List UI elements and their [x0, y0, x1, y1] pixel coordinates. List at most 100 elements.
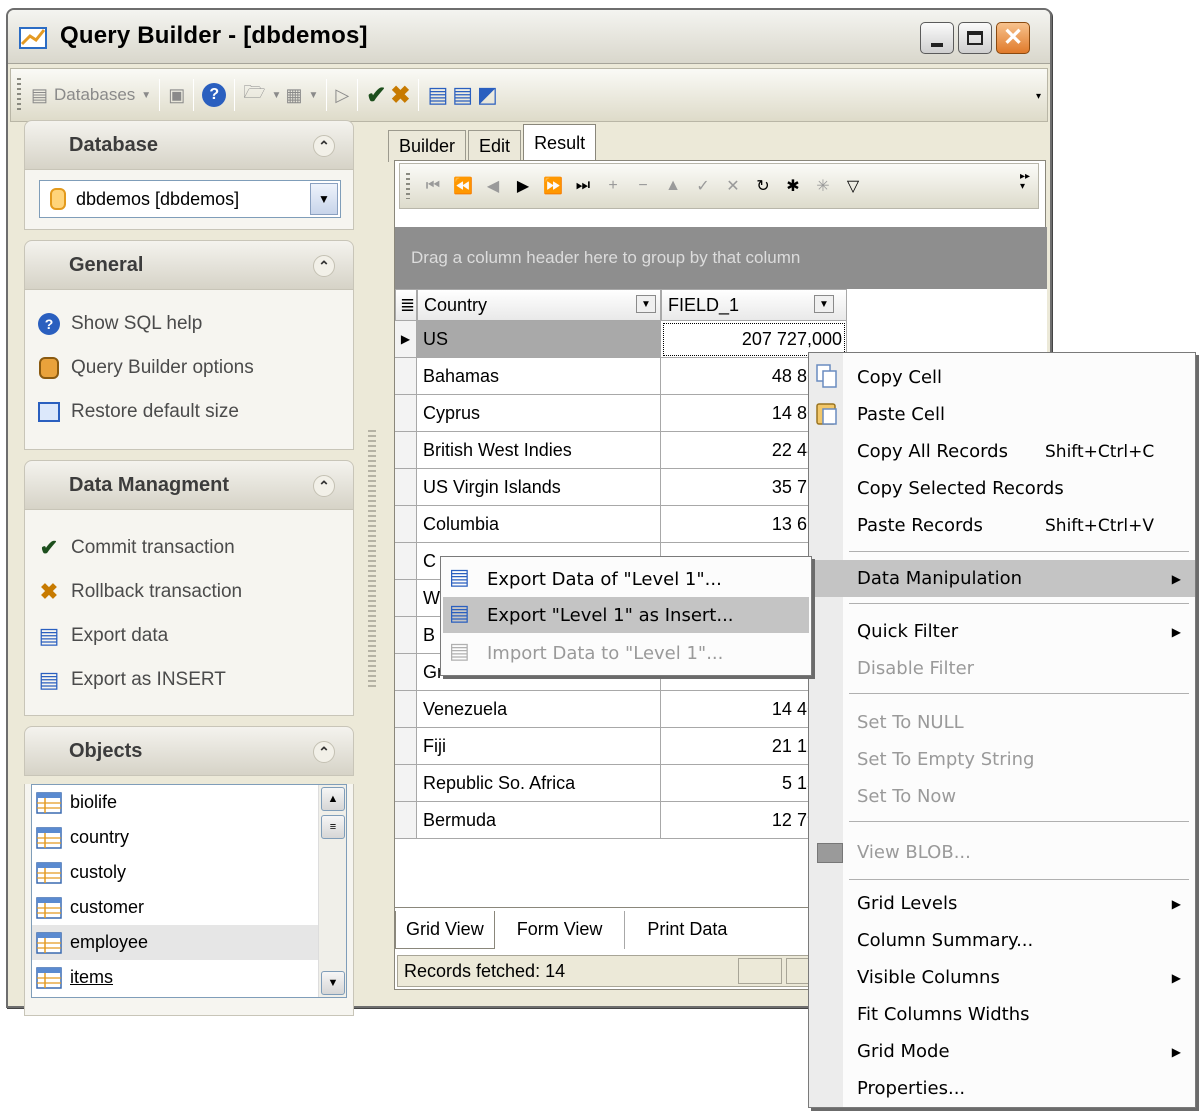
- menu-item-data-manipulation[interactable]: Data Manipulation ▶: [809, 560, 1195, 597]
- table-row[interactable]: Venezuela 14 460,0: [395, 691, 847, 728]
- table-row[interactable]: ▶ US 207 727,000: [395, 321, 847, 358]
- menu-item-set-to-now[interactable]: Set To Now: [809, 778, 1195, 815]
- save-button[interactable]: ▦ ▼: [285, 77, 318, 113]
- chevron-down-icon[interactable]: ▼: [321, 971, 345, 995]
- menu-item-paste-records[interactable]: Paste Records Shift+Ctrl+V: [809, 507, 1195, 544]
- filter-button[interactable]: ▽: [838, 170, 868, 202]
- menu-item-fit-columns-widths[interactable]: Fit Columns Widths: [809, 996, 1195, 1033]
- table-row[interactable]: Cyprus 14 861,0: [395, 395, 847, 432]
- menu-item-disable-filter[interactable]: Disable Filter: [809, 650, 1195, 687]
- delete-record-button[interactable]: −: [628, 170, 658, 202]
- tab-builder[interactable]: Builder: [388, 130, 467, 162]
- commit-button[interactable]: ✔: [366, 77, 386, 113]
- general-panel-header[interactable]: General ⌃: [24, 240, 354, 290]
- table-cell[interactable]: US: [417, 321, 661, 358]
- submenu-item-export-level-insert[interactable]: ▤ Export "Level 1" as Insert...: [443, 597, 809, 633]
- table-row[interactable]: Bahamas 48 865,0: [395, 358, 847, 395]
- export-data-item[interactable]: ▤ Export data: [25, 614, 353, 658]
- tab-print-data[interactable]: Print Data: [625, 911, 749, 949]
- scroll-thumb[interactable]: ≡: [321, 815, 345, 839]
- group-by-panel[interactable]: Drag a column header here to group by th…: [395, 227, 1047, 289]
- objects-panel-header[interactable]: Objects ⌃: [24, 726, 354, 776]
- table-row[interactable]: Columbia 13 617,0: [395, 506, 847, 543]
- menu-item-column-summary[interactable]: Column Summary...: [809, 922, 1195, 959]
- menu-item-set-to-empty-string[interactable]: Set To Empty String: [809, 741, 1195, 778]
- column-header-field1[interactable]: FIELD_1 ▼: [661, 289, 847, 321]
- menu-item-copy-cell[interactable]: Copy Cell: [809, 359, 1195, 396]
- table-row[interactable]: US Virgin Islands 35 718,0: [395, 469, 847, 506]
- open-button[interactable]: 🗁 ▼: [243, 77, 281, 113]
- restore-default-size-item[interactable]: Restore default size: [25, 390, 353, 434]
- list-item[interactable]: items: [32, 960, 346, 995]
- chevron-down-icon[interactable]: ▼: [636, 295, 656, 313]
- table-cell[interactable]: British West Indies: [417, 432, 661, 469]
- export-as-insert-item[interactable]: ▤ Export as INSERT: [25, 658, 353, 702]
- table-cell[interactable]: Republic So. Africa: [417, 765, 661, 802]
- chevron-down-icon[interactable]: ▼: [814, 295, 834, 313]
- menu-item-quick-filter[interactable]: Quick Filter ▶: [809, 613, 1195, 650]
- table-cell[interactable]: Fiji: [417, 728, 661, 765]
- help-button[interactable]: ?: [202, 77, 227, 113]
- tab-form-view[interactable]: Form View: [495, 910, 626, 949]
- tab-grid-view[interactable]: Grid View: [395, 910, 495, 949]
- show-sql-help-item[interactable]: ? Show SQL help: [25, 302, 353, 346]
- first-page-button[interactable]: ⏮: [418, 170, 448, 202]
- title-bar[interactable]: Query Builder - [dbdemos] ✕: [8, 10, 1050, 64]
- refresh-button[interactable]: ↻: [748, 170, 778, 202]
- table-cell[interactable]: Bahamas: [417, 358, 661, 395]
- post-edit-button[interactable]: ✓: [688, 170, 718, 202]
- objects-scrollbar[interactable]: ▲ ≡ ▼: [318, 785, 346, 997]
- table-row[interactable]: British West Indies 22 487,0: [395, 432, 847, 469]
- chevron-down-icon[interactable]: ▼: [310, 183, 338, 215]
- chevron-up-icon[interactable]: ▲: [321, 787, 345, 811]
- commit-transaction-item[interactable]: ✔ Commit transaction: [25, 526, 353, 570]
- table-row[interactable]: Bermuda 12 797,0: [395, 802, 847, 839]
- query-builder-options-item[interactable]: Query Builder options: [25, 346, 353, 390]
- menu-item-visible-columns[interactable]: Visible Columns ▶: [809, 959, 1195, 996]
- export-insert-button[interactable]: ▤: [452, 77, 473, 113]
- submenu-item-import-data-level[interactable]: ▤ Import Data to "Level 1"...: [443, 635, 809, 671]
- table-cell[interactable]: Cyprus: [417, 395, 661, 432]
- menu-item-properties[interactable]: Properties...: [809, 1070, 1195, 1107]
- edit-record-button[interactable]: ▲: [658, 170, 688, 202]
- table-cell[interactable]: Bermuda: [417, 802, 661, 839]
- toolbar-overflow-icon[interactable]: ▾: [1036, 91, 1041, 102]
- collapse-icon[interactable]: ⌃: [313, 255, 335, 277]
- submenu-item-export-data-level[interactable]: ▤ Export Data of "Level 1"...: [443, 561, 809, 597]
- next-record-button[interactable]: ▶: [508, 170, 538, 202]
- cancel-edit-button[interactable]: ✕: [718, 170, 748, 202]
- prev-record-button[interactable]: ◀: [478, 170, 508, 202]
- menu-item-view-blob[interactable]: View BLOB...: [809, 834, 1195, 871]
- insert-record-button[interactable]: +: [598, 170, 628, 202]
- table-cell[interactable]: US Virgin Islands: [417, 469, 661, 506]
- data-management-panel-header[interactable]: Data Managment ⌃: [24, 460, 354, 510]
- list-item[interactable]: country: [32, 820, 346, 855]
- close-button[interactable]: ✕: [996, 22, 1030, 54]
- prev-page-button[interactable]: ⏪: [448, 170, 478, 202]
- databases-dropdown[interactable]: ▤ Databases ▼: [31, 77, 151, 113]
- navbar-overflow-icon[interactable]: ▸▸ ▾: [1020, 172, 1030, 192]
- export-data-button[interactable]: ▤: [427, 77, 448, 113]
- collapse-icon[interactable]: ⌃: [313, 741, 335, 763]
- table-cell[interactable]: Columbia: [417, 506, 661, 543]
- tab-result[interactable]: Result: [523, 124, 597, 162]
- next-page-button[interactable]: ⏩: [538, 170, 568, 202]
- maximize-button[interactable]: [958, 22, 992, 54]
- panel-splitter[interactable]: [368, 430, 376, 690]
- list-item-selected[interactable]: employee: [32, 925, 346, 960]
- table-cell[interactable]: Venezuela: [417, 691, 661, 728]
- last-page-button[interactable]: ⏭: [568, 170, 598, 202]
- database-panel-header[interactable]: Database ⌃: [24, 120, 354, 170]
- menu-item-copy-selected-records[interactable]: Copy Selected Records: [809, 470, 1195, 507]
- tab-edit[interactable]: Edit: [468, 130, 522, 162]
- bookmark-button[interactable]: ✱: [778, 170, 808, 202]
- collapse-icon[interactable]: ⌃: [313, 135, 335, 157]
- collapse-icon[interactable]: ⌃: [313, 475, 335, 497]
- menu-item-set-to-null[interactable]: Set To NULL: [809, 704, 1195, 741]
- minimize-button[interactable]: [920, 22, 954, 54]
- disabled-tool-button[interactable]: ▣: [168, 77, 185, 113]
- column-chooser-icon[interactable]: ≣: [395, 289, 417, 321]
- list-item[interactable]: customer: [32, 890, 346, 925]
- list-item[interactable]: custoly: [32, 855, 346, 890]
- column-header-country[interactable]: Country ▼: [417, 289, 661, 321]
